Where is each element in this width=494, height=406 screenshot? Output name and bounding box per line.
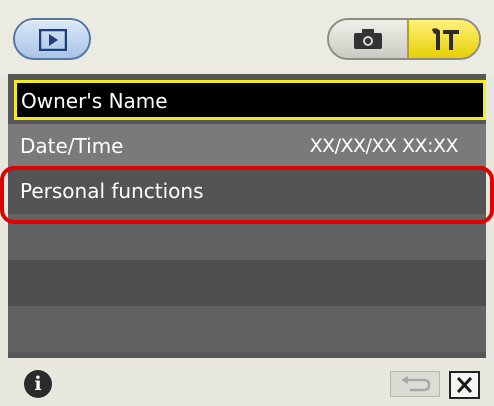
menu-empty-row [8,306,486,352]
playback-button[interactable] [13,18,91,60]
menu-item-label: Personal functions [20,179,204,203]
menu-item-owners-name[interactable]: Owner's Name [14,80,486,120]
close-button[interactable] [449,371,480,399]
setup-mode-button[interactable] [407,20,479,58]
play-icon [39,29,67,51]
camera-icon [354,29,382,49]
settings-screen: Owner's Name Date/Time XX/XX/XX XX:XX Pe… [0,0,494,406]
settings-menu: Owner's Name Date/Time XX/XX/XX XX:XX Pe… [8,74,486,358]
date-time-value: XX/XX/XX XX:XX [309,135,459,157]
mode-switch [327,18,481,60]
menu-empty-row [8,260,486,306]
close-icon [456,377,473,393]
return-icon [401,376,431,392]
setup-tools-icon [432,28,459,50]
info-button[interactable]: i [24,370,52,398]
menu-item-label: Date/Time [20,134,124,158]
camera-mode-button[interactable] [329,20,409,58]
header-bar [0,0,494,74]
menu-item-personal-functions[interactable]: Personal functions [8,168,486,214]
menu-item-date-time[interactable]: Date/Time XX/XX/XX XX:XX [8,124,486,168]
footer-bar: i [0,358,494,406]
menu-item-label: Owner's Name [21,89,168,113]
back-button[interactable] [390,371,440,397]
menu-empty-row [8,214,486,260]
